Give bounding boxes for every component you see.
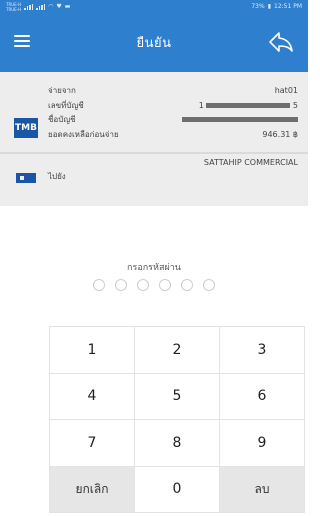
battery-percent: 73% [251, 3, 265, 10]
key-9[interactable]: 9 [220, 420, 305, 467]
pin-dots [0, 279, 308, 291]
divider [0, 152, 308, 154]
battery-icon: ▮ [267, 3, 271, 10]
carrier-labels: TRUE-H TRUE-H [6, 2, 21, 12]
key-1[interactable]: 1 [50, 327, 135, 374]
status-right: 73% ▮ 12:51 PM [251, 3, 302, 10]
message-icon: ▬ [64, 3, 71, 10]
bank-logo: TMB [14, 118, 38, 138]
status-bar: TRUE-H TRUE-H ◠ ♥ ▬ 73% ▮ 12:51 PM [0, 0, 308, 13]
pin-dot-3 [137, 279, 149, 291]
pin-dot-6 [203, 279, 215, 291]
value-account-no: 1 5 [138, 99, 298, 114]
label-account-name: ชื่อบัญชี [48, 115, 76, 124]
pin-dot-5 [181, 279, 193, 291]
bank-building-icon [14, 168, 38, 183]
key-5[interactable]: 5 [135, 373, 220, 420]
signal-icon-2 [36, 3, 46, 10]
back-arrow-icon[interactable] [268, 30, 294, 54]
value-to-bank: SATTAHIP COMMERCIAL [203, 158, 298, 167]
carrier-top: TRUE-H [6, 1, 22, 7]
pin-label: กรอกรหัสผ่าน [127, 263, 181, 273]
key-4[interactable]: 4 [50, 373, 135, 420]
account-no-tail: 5 [292, 100, 298, 110]
confirm-panel: TMB จ่ายจาก เลขที่บัญชี ชื่อบัญชี ยอดคงเ… [0, 72, 308, 206]
key-8[interactable]: 8 [135, 420, 220, 467]
pin-keypad: 1 2 3 4 5 6 7 8 9 ยกเลิก 0 ลบ [49, 326, 305, 513]
key-2[interactable]: 2 [135, 327, 220, 374]
label-balance: ยอดคงเหลือก่อนจ่าย [48, 129, 119, 139]
key-7[interactable]: 7 [50, 420, 135, 467]
clock-time: 12:51 PM [274, 3, 302, 10]
signal-icon [24, 3, 34, 10]
pin-area: กรอกรหัสผ่าน [0, 206, 308, 326]
delete-button[interactable]: ลบ [220, 466, 305, 513]
label-account-no: เลขที่บัญชี [48, 100, 84, 110]
hamburger-menu-icon[interactable] [14, 35, 30, 49]
redacted-account-no [206, 102, 291, 108]
value-account-name [138, 113, 298, 128]
pin-dot-1 [93, 279, 105, 291]
value-pay-from: hat01 [274, 86, 298, 95]
carrier-bottom: TRUE-H [6, 6, 22, 12]
redacted-account-name [182, 117, 298, 122]
account-no-head: 1 [198, 100, 204, 110]
pin-dot-4 [159, 279, 171, 291]
pin-dot-2 [115, 279, 127, 291]
label-pay-from: จ่ายจาก [48, 86, 76, 95]
label-to: ไปยัง [48, 172, 66, 181]
key-3[interactable]: 3 [220, 327, 305, 374]
detail-labels: จ่ายจาก เลขที่บัญชี ชื่อบัญชี ยอดคงเหลือ… [48, 84, 119, 142]
cancel-button[interactable]: ยกเลิก [50, 466, 135, 513]
key-6[interactable]: 6 [220, 373, 305, 420]
value-balance: 946.31 ฿ [262, 129, 298, 139]
app-header: ยืนยัน [0, 13, 308, 72]
heart-icon: ♥ [56, 3, 62, 10]
key-0[interactable]: 0 [135, 466, 220, 513]
page-title: ยืนยัน [136, 36, 172, 51]
wifi-icon: ◠ [48, 3, 54, 10]
status-left: TRUE-H TRUE-H ◠ ♥ ▬ [6, 2, 70, 12]
detail-values: hat01 1 5 946.31 ฿ [138, 84, 298, 142]
